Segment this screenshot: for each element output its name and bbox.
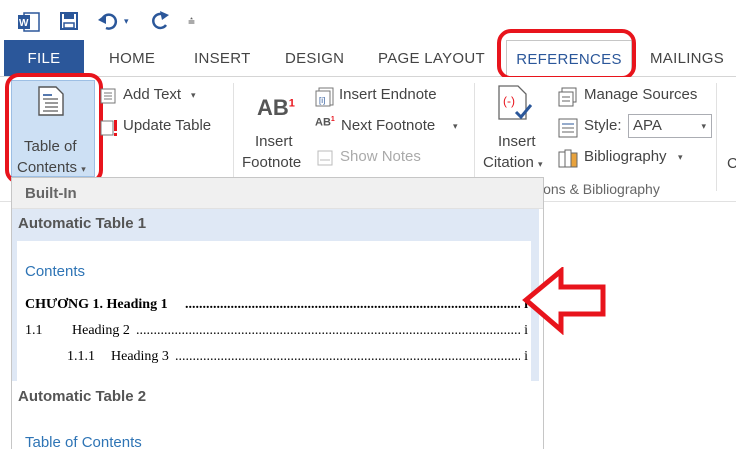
preview-toc-entry-2: 1.1 Heading 2 ..........................…	[25, 323, 528, 339]
insert-citation-label-1: Insert	[498, 133, 536, 150]
toc-entry-page: i	[523, 349, 528, 365]
insert-footnote-button[interactable]: AB1 Insert Footnote	[240, 91, 308, 181]
references-highlight	[497, 29, 636, 80]
toc-entry-leader: ........................................…	[185, 297, 520, 312]
automatic-table-2-option[interactable]: Automatic Table 2 Table of Contents	[12, 382, 539, 451]
tab-home[interactable]: HOME	[109, 40, 155, 76]
chevron-down-icon: ▾	[678, 152, 683, 162]
undo-icon[interactable]	[98, 12, 120, 30]
style-select-value: APA	[633, 117, 662, 134]
next-footnote-label: Next Footnote	[341, 117, 436, 134]
tab-file[interactable]: FILE	[4, 40, 84, 76]
show-notes-icon	[317, 150, 333, 166]
toc-entry-leader: ........................................…	[175, 349, 520, 364]
toc-entry-number: 1.1.1	[67, 349, 95, 364]
show-notes-label: Show Notes	[340, 148, 421, 165]
tab-page-layout[interactable]: PAGE LAYOUT	[378, 40, 485, 76]
customize-qat-icon[interactable]: ⩮	[188, 14, 195, 29]
update-table-icon	[100, 120, 117, 136]
bibliography-label: Bibliography	[584, 148, 667, 165]
tab-insert[interactable]: INSERT	[194, 40, 251, 76]
style-icon	[558, 118, 578, 138]
builtin-section-header: Built-In	[12, 178, 543, 209]
footnote-icon: AB1	[257, 95, 295, 121]
svg-text:W: W	[19, 18, 29, 29]
chevron-down-icon: ▾	[191, 90, 196, 100]
automatic-table-1-preview: Contents CHƯƠNG 1. Heading 1 ...........…	[17, 241, 531, 381]
style-select[interactable]: APA ▾	[628, 114, 712, 138]
preview-toc-entry-1: CHƯƠNG 1. Heading 1 ....................…	[25, 297, 528, 313]
toc-entry-text: Heading 2	[72, 323, 130, 338]
manage-sources-icon	[558, 87, 577, 107]
toc-highlight	[5, 73, 103, 184]
toc-entry-text: Heading 3	[111, 349, 169, 364]
toc-entry-text: CHƯƠNG 1. Heading 1	[25, 297, 168, 312]
add-text-icon	[100, 88, 116, 104]
footnote-icon-sup: 1	[288, 97, 295, 110]
chevron-down-icon: ▾	[453, 121, 458, 131]
preview-toc-entry-3: 1.1.1 Heading 3 ........................…	[67, 349, 528, 365]
svg-text:(-): (-)	[503, 94, 515, 108]
automatic-table-1-label: Automatic Table 1	[18, 215, 147, 232]
insert-footnote-label-2: Footnote	[242, 154, 302, 171]
next-footnote-icon-sup: 1	[330, 116, 335, 123]
automatic-table-1-option[interactable]: Automatic Table 1 Contents CHƯƠNG 1. Hea…	[12, 209, 539, 381]
footnote-icon-text: AB	[257, 95, 289, 120]
svg-text:[i]: [i]	[319, 96, 325, 105]
group-separator	[233, 83, 234, 191]
insert-citation-label-2: Citation	[483, 154, 534, 171]
next-footnote-icon-text: AB	[315, 116, 331, 129]
save-icon[interactable]	[60, 12, 78, 30]
automatic-table-2-label: Automatic Table 2	[18, 388, 147, 405]
group-separator	[474, 83, 475, 191]
cut-off-ribbon-label: C	[727, 155, 736, 172]
toc-entry-leader: ........................................…	[136, 323, 520, 338]
manage-sources-label: Manage Sources	[584, 86, 698, 103]
group-separator	[716, 83, 717, 191]
style-label: Style:	[584, 117, 622, 134]
red-arrow-icon	[522, 267, 606, 335]
chevron-down-icon: ▾	[701, 121, 706, 131]
toc-entry-number: 1.1	[25, 323, 43, 338]
builtin-section-label: Built-In	[25, 185, 77, 202]
redo-icon[interactable]	[150, 11, 172, 31]
toc-dropdown-gallery: Built-In Automatic Table 1 Contents CHƯƠ…	[11, 177, 544, 451]
insert-footnote-label-1: Insert	[255, 133, 293, 150]
bibliography-icon	[558, 149, 578, 168]
tab-design[interactable]: DESIGN	[285, 40, 344, 76]
word-logo-icon[interactable]: W	[18, 12, 40, 32]
insert-citation-label-row: Citation ▾	[483, 154, 543, 171]
insert-endnote-label: Insert Endnote	[339, 86, 437, 103]
next-footnote-icon: AB1	[315, 116, 335, 129]
insert-citation-button[interactable]: (-) Insert Citation ▾	[481, 85, 553, 181]
update-table-label: Update Table	[123, 117, 212, 134]
group-label-citations: ions & Bibliography	[540, 181, 660, 197]
insert-citation-icon: (-)	[498, 85, 532, 120]
insert-endnote-icon: [i]	[315, 87, 334, 107]
add-text-label: Add Text	[123, 86, 182, 103]
preview-table-of-contents-title: Table of Contents	[25, 434, 142, 451]
undo-dropdown-icon[interactable]: ▾	[124, 16, 129, 27]
tab-mailings[interactable]: MAILINGS	[650, 40, 724, 76]
preview-contents-title: Contents	[25, 263, 86, 280]
chevron-down-icon: ▾	[538, 159, 543, 169]
